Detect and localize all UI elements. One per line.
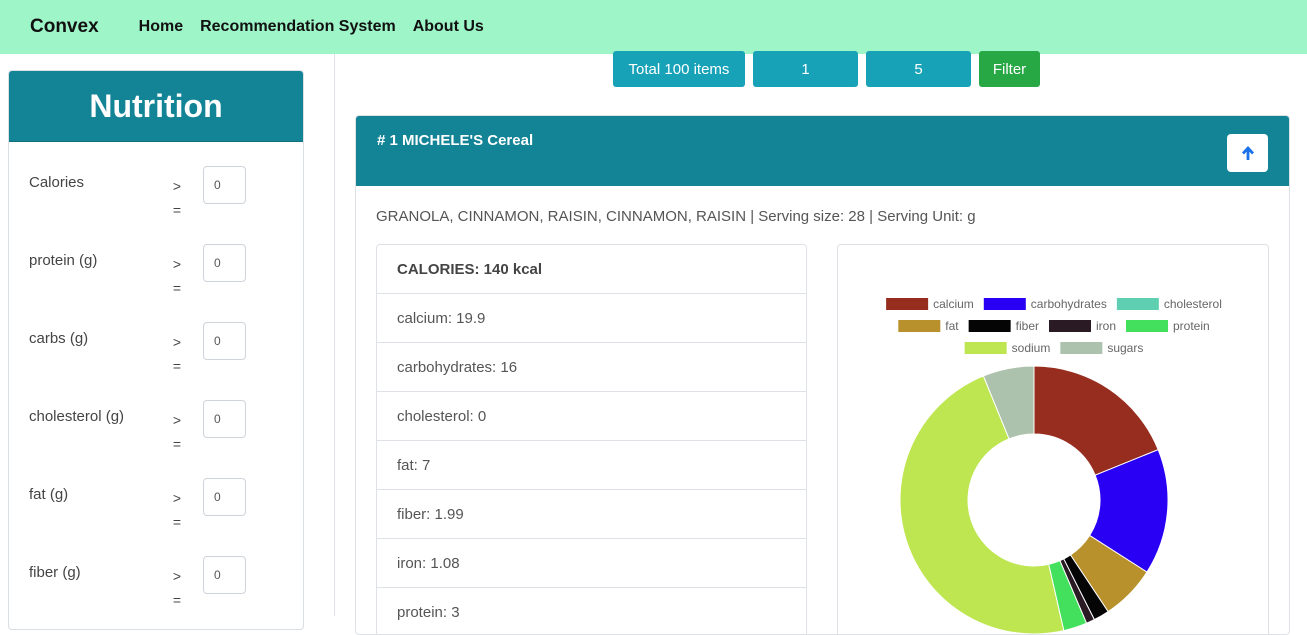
filter-row-calories: Calories > = [9, 166, 303, 234]
legend-swatch [968, 320, 1011, 332]
nutrient-item: cholesterol: 0 [377, 392, 806, 441]
legend-label: sugars [1107, 341, 1143, 355]
legend-swatch [1060, 342, 1103, 354]
brand-logo[interactable]: Convex [30, 16, 99, 38]
legend-item-calcium[interactable]: calcium [886, 297, 974, 311]
nutrient-item: fiber: 1.99 [377, 490, 806, 539]
legend-item-protein[interactable]: protein [1126, 319, 1210, 333]
filter-label: carbs (g) [29, 330, 89, 347]
protein-input[interactable] [203, 244, 246, 282]
filter-row-carbs: carbs (g) > = [9, 322, 303, 390]
nav-link-recommendation-system[interactable]: Recommendation System [200, 18, 396, 36]
food-description: GRANOLA, CINNAMON, RAISIN, CINNAMON, RAI… [376, 208, 976, 225]
collapse-button[interactable] [1227, 134, 1268, 172]
sidebar-column: Nutrition Calories >= protein (g) >= car… [0, 54, 335, 630]
navbar: Convex Home Recommendation System About … [0, 0, 1307, 54]
nutrient-chart-box: calcium carbohydrates cholesterol fat fiber i… [837, 244, 1269, 634]
filter-row-fiber: fiber (g) > = [9, 556, 303, 624]
carbs-input[interactable] [203, 322, 246, 360]
nutrient-item: protein: 3 [377, 588, 806, 634]
legend-swatch [964, 342, 1007, 354]
nutrient-donut-chart: calcium carbohydrates cholesterol fat fiber i… [886, 297, 1222, 634]
nutrition-filter-title: Nutrition [9, 71, 303, 142]
filter-operator: > = [172, 178, 182, 218]
food-title: # 1 MICHELE'S Cereal [377, 132, 534, 149]
filter-label: fat (g) [29, 486, 69, 503]
filter-row-cholesterol: cholesterol (g) > = [9, 400, 303, 468]
page-size-button[interactable]: 5 [866, 51, 971, 87]
legend-swatch [1116, 298, 1159, 310]
nutrition-filter-card: Nutrition Calories >= protein (g) >= car… [8, 70, 304, 630]
nutrient-calories: CALORIES: 140 kcal [377, 245, 806, 294]
legend-label: fiber [1016, 319, 1039, 333]
total-items-button[interactable]: Total 100 items [613, 51, 745, 87]
filter-operator: > = [172, 490, 182, 530]
filter-operator: > = [172, 412, 182, 452]
nutrient-item: calcium: 19.9 [377, 294, 806, 343]
fat-input[interactable] [203, 478, 246, 516]
food-card: # 1 MICHELE'S Cereal GRANOLA, CINNAMON, … [355, 115, 1290, 635]
nutrient-item: iron: 1.08 [377, 539, 806, 588]
filter-button[interactable]: Filter [979, 51, 1040, 87]
nav-links: Home Recommendation System About Us [139, 18, 501, 36]
filter-operator: > = [172, 334, 182, 374]
fiber-input[interactable] [203, 556, 246, 594]
legend-label: iron [1096, 319, 1116, 333]
legend-swatch [898, 320, 941, 332]
filter-label: fiber (g) [29, 564, 81, 581]
legend-item-fat[interactable]: fat [898, 319, 959, 333]
food-card-header: # 1 MICHELE'S Cereal [356, 116, 1289, 186]
calories-input[interactable] [203, 166, 246, 204]
legend-item-carbohydrates[interactable]: carbohydrates [983, 297, 1107, 311]
nutrient-list: CALORIES: 140 kcal calcium: 19.9 carbohy… [376, 244, 807, 634]
filter-row-fat: fat (g) > = [9, 478, 303, 546]
legend-swatch [983, 298, 1026, 310]
nutrient-item: carbohydrates: 16 [377, 343, 806, 392]
filter-label: protein (g) [29, 252, 98, 269]
legend-label: cholesterol [1164, 297, 1222, 311]
legend-label: calcium [933, 297, 974, 311]
legend-label: protein [1173, 319, 1210, 333]
legend-swatch [886, 298, 929, 310]
legend-label: carbohydrates [1031, 297, 1107, 311]
legend-label: sodium [1012, 341, 1051, 355]
legend-swatch [1126, 320, 1169, 332]
legend-item-sodium[interactable]: sodium [964, 341, 1051, 355]
legend-item-iron[interactable]: iron [1048, 319, 1116, 333]
nutrient-item: fat: 7 [377, 441, 806, 490]
cholesterol-input[interactable] [203, 400, 246, 438]
filter-operator: > = [172, 568, 182, 608]
nav-link-about-us[interactable]: About Us [413, 18, 484, 36]
legend-item-sugars[interactable]: sugars [1060, 341, 1143, 355]
arrow-up-icon [1241, 146, 1254, 160]
legend-label: fat [945, 319, 959, 333]
filter-label: cholesterol (g) [29, 408, 125, 425]
filter-operator: > = [172, 256, 182, 296]
filter-label: Calories [29, 174, 85, 191]
legend-item-cholesterol[interactable]: cholesterol [1116, 297, 1222, 311]
filter-row-protein: protein (g) > = [9, 244, 303, 312]
nav-link-home[interactable]: Home [139, 18, 183, 36]
page-number-button[interactable]: 1 [753, 51, 858, 87]
legend-item-fiber[interactable]: fiber [968, 319, 1039, 333]
legend-swatch [1048, 320, 1091, 332]
